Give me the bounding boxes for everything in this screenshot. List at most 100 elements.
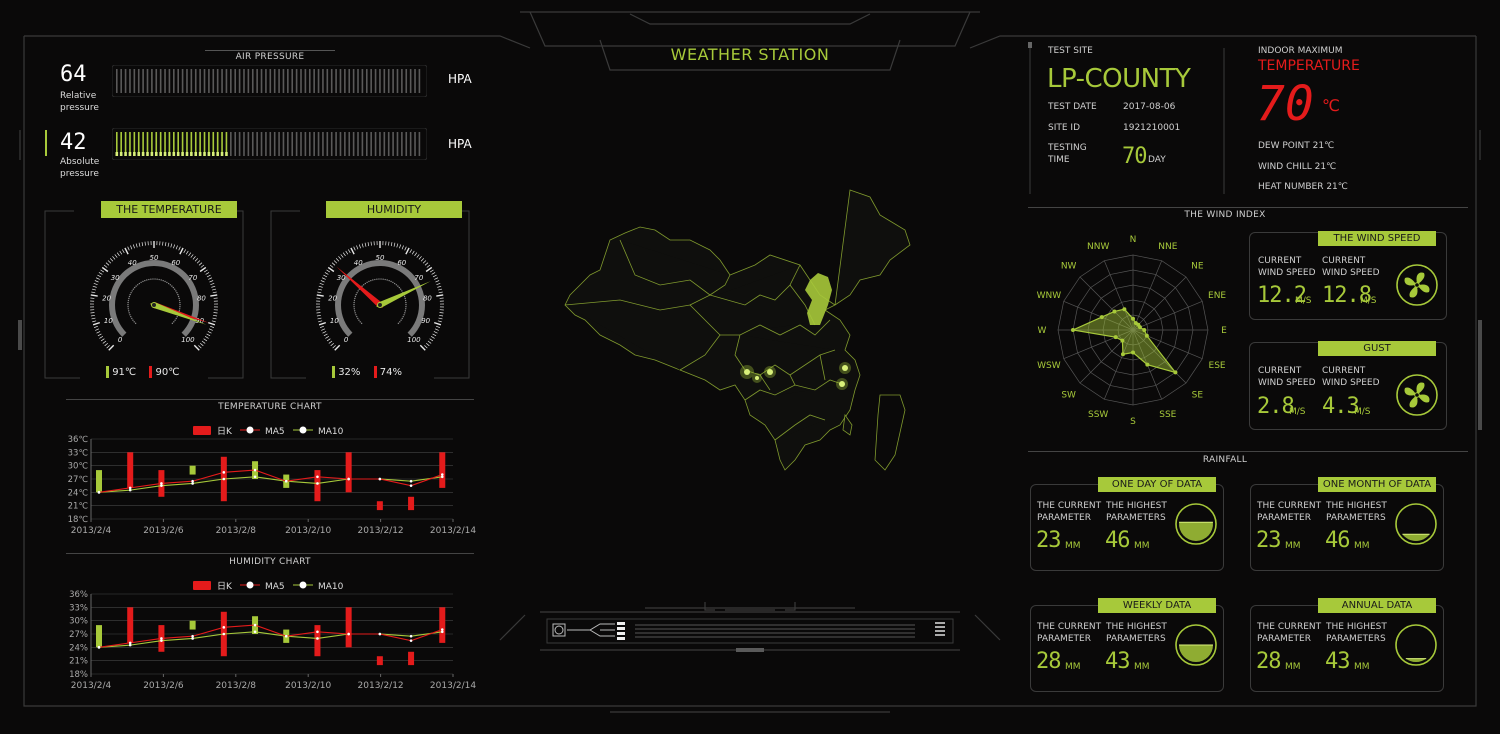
indoor-temp-unit: ℃	[1322, 96, 1340, 115]
hum-legend-green-marker	[332, 366, 335, 378]
absolute-pressure-label2: pressure	[60, 169, 99, 179]
pressure-tick	[396, 69, 399, 93]
pressure-tick	[317, 69, 320, 93]
candle	[408, 496, 415, 511]
wind-radar-point	[1142, 328, 1147, 332]
gauge-tick-label: 20	[328, 294, 337, 302]
candle	[314, 625, 321, 657]
gauge-tick-label: 80	[423, 294, 432, 302]
pressure-tick	[278, 132, 280, 156]
highest-param-unit: MM	[1354, 662, 1370, 672]
gauge-tick-label: 30	[111, 274, 120, 282]
pressure-tick	[260, 132, 263, 156]
current-param-unit: MM	[1285, 662, 1301, 672]
humidity-gauge: 0 10 20 30 40 50 60 70 80 90 100	[316, 241, 444, 351]
pressure-tick	[194, 69, 197, 93]
humidity-gauge-legend: 32% 74%	[332, 366, 402, 378]
indoor-title: TEMPERATURE	[1258, 58, 1360, 74]
pressure-tick	[234, 69, 237, 93]
pressure-tick	[405, 132, 408, 156]
pressure-tick	[339, 69, 342, 93]
candle	[96, 625, 102, 648]
wind-direction-label: WNW	[1037, 291, 1062, 301]
legend-label: MA5	[265, 427, 285, 437]
ma-point	[191, 637, 194, 640]
ma-point	[191, 479, 194, 483]
candle	[376, 501, 383, 511]
wind-radar-point	[1144, 333, 1149, 338]
pressure-tick	[129, 69, 131, 93]
wind-radar-point	[1131, 316, 1135, 321]
pressure-tick	[308, 132, 311, 156]
humidity-chart-title: HUMIDITY CHART	[229, 557, 311, 567]
ma-point	[440, 473, 444, 476]
current-param-label2: PARAMETER	[1037, 513, 1091, 523]
pressure-tick	[291, 69, 294, 93]
pressure-tick	[374, 132, 377, 156]
pressure-tick	[238, 69, 241, 93]
pressure-tick	[282, 132, 285, 156]
ma-point	[222, 477, 226, 481]
ma-point	[191, 482, 194, 485]
hum-legend-green: 32%	[338, 367, 361, 378]
absolute-pressure-value: 42	[60, 130, 87, 155]
gauge-tick-label: 100	[407, 336, 421, 344]
pressure-tick	[186, 69, 188, 93]
wind-speed-a-label1: CURRENT	[1258, 256, 1302, 266]
pressure-tick	[251, 69, 254, 93]
gust-a-label2: WIND SPEED	[1258, 378, 1316, 388]
x-tick-label: 2013/2/6	[143, 681, 184, 691]
pressure-tick	[159, 69, 162, 93]
ma-point	[253, 623, 257, 627]
candle	[96, 470, 102, 493]
pressure-tick	[352, 132, 355, 156]
candle	[314, 470, 321, 502]
pressure-tick	[339, 132, 342, 156]
wind-chill: WIND CHILL 21℃	[1258, 162, 1337, 172]
pressure-tick	[396, 132, 399, 156]
pressure-tick	[116, 69, 118, 93]
pressure-tick	[304, 69, 307, 93]
y-tick-label: 36%	[69, 590, 88, 600]
wind-direction-label: ESE	[1209, 361, 1226, 371]
candle	[127, 607, 134, 643]
pressure-tick	[313, 69, 315, 93]
pressure-tick	[177, 69, 179, 93]
x-tick-label: 2013/2/14	[430, 526, 476, 536]
wind-radar-point	[1145, 362, 1150, 367]
gauge-tick-label: 10	[104, 317, 113, 325]
y-tick-label: 24%	[69, 643, 88, 653]
temperature-gauge: 0102030405060708090100	[90, 241, 218, 351]
gauge-tick-label: 60	[397, 259, 406, 267]
wind-radar-point	[1071, 328, 1075, 332]
current-param-unit: MM	[1065, 662, 1081, 672]
gauge-tick-label: 30	[337, 274, 346, 282]
current-param-label1: THE CURRENT	[1257, 622, 1322, 632]
gauge-tick-label: 50	[150, 254, 159, 262]
moving-average-line	[98, 469, 443, 493]
absolute-pressure-unit: HPA	[448, 137, 472, 151]
hum-legend-red: 74%	[379, 367, 403, 378]
ma-point	[191, 634, 194, 638]
ma-point	[409, 479, 413, 483]
x-tick-label: 2013/2/12	[358, 681, 404, 691]
pressure-tick	[221, 69, 223, 93]
ma-point	[253, 468, 257, 472]
pressure-tick	[208, 69, 210, 93]
relative-pressure-bar	[112, 65, 427, 97]
x-tick-label: 2013/2/10	[285, 681, 331, 691]
testing-time-value: 70	[1122, 144, 1147, 169]
site-id-label: SITE ID	[1048, 123, 1080, 133]
wind-direction-label: S	[1130, 417, 1136, 427]
site-name: LP-COUNTY	[1047, 64, 1191, 94]
ma-point	[440, 630, 444, 634]
wind-direction-label: NNW	[1087, 242, 1109, 252]
temp-legend-red: 90℃	[155, 367, 180, 378]
ma-point	[284, 479, 288, 483]
pressure-tick	[269, 69, 272, 93]
y-tick-label: 30℃	[68, 462, 89, 472]
ma-point	[440, 475, 444, 479]
x-tick-label: 2013/2/4	[71, 681, 112, 691]
ma-point	[409, 639, 413, 642]
gauge-tick-label: 40	[128, 259, 137, 267]
